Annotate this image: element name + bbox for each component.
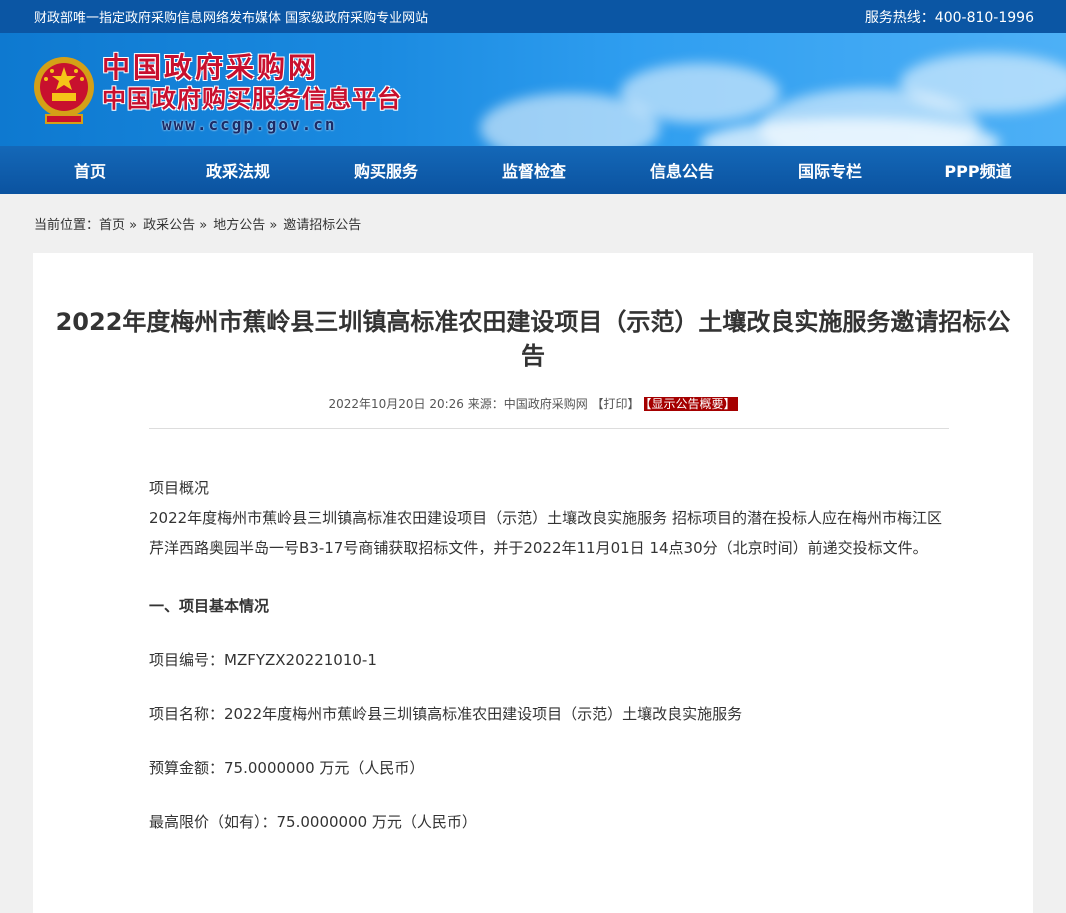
project-number: 项目编号：MZFYZX20221010-1 — [149, 651, 377, 669]
logo-title: 中国政府采购网 — [102, 51, 320, 84]
breadcrumb-current[interactable]: 邀请招标公告 — [283, 214, 361, 233]
breadcrumb-home[interactable]: 首页 » — [99, 214, 137, 233]
nav-ppp[interactable]: PPP频道 — [904, 158, 1052, 182]
main-nav: 首页 政采法规 购买服务 监督检查 信息公告 国际专栏 PPP频道 — [0, 146, 1066, 194]
nav-regulations[interactable]: 政采法规 — [164, 158, 312, 182]
article-meta-text: 2022年10月20日 20:26 来源：中国政府采购网 【打印】 — [328, 397, 640, 411]
article-panel: 2022年度梅州市蕉岭县三圳镇高标准农田建设项目（示范）土壤改良实施服务邀请招标… — [33, 253, 1033, 913]
breadcrumb-announcements[interactable]: 政采公告 » — [143, 214, 207, 233]
project-name: 项目名称：2022年度梅州市蕉岭县三圳镇高标准农田建设项目（示范）土壤改良实施服… — [149, 705, 743, 723]
article-title: 2022年度梅州市蕉岭县三圳镇高标准农田建设项目（示范）土壤改良实施服务邀请招标… — [55, 308, 1011, 370]
max-price: 最高限价（如有）：75.0000000 万元（人民币） — [149, 813, 477, 831]
article-body: 项目概况 2022年度梅州市蕉岭县三圳镇高标准农田建设项目（示范）土壤改良实施服… — [149, 473, 953, 837]
logo-url: www.ccgp.gov.cn — [162, 115, 337, 134]
divider — [149, 428, 949, 429]
article-meta: 2022年10月20日 20:26 来源：中国政府采购网 【打印】 【显示公告概要… — [33, 395, 1033, 412]
overview-label: 项目概况 — [149, 479, 210, 497]
site-logo[interactable]: 中国政府采购网 中国政府购买服务信息平台 www.ccgp.gov.cn — [102, 51, 402, 134]
nav-supervision[interactable]: 监督检查 — [460, 158, 608, 182]
show-summary-button[interactable]: 【显示公告概要】 — [643, 397, 738, 411]
nav-announcements[interactable]: 信息公告 — [608, 158, 756, 182]
nav-international[interactable]: 国际专栏 — [756, 158, 904, 182]
national-emblem-icon — [34, 57, 94, 124]
breadcrumb-local[interactable]: 地方公告 » — [213, 214, 277, 233]
nav-purchase-services[interactable]: 购买服务 — [312, 158, 460, 182]
site-banner: 中国政府采购网 中国政府购买服务信息平台 www.ccgp.gov.cn — [0, 33, 1066, 146]
breadcrumb: 当前位置： 首页 » 政采公告 » 地方公告 » 邀请招标公告 — [0, 194, 1066, 252]
section-heading: 一、项目基本情况 — [149, 597, 270, 615]
top-bar: 财政部唯一指定政府采购信息网络发布媒体 国家级政府采购专业网站 服务热线：400… — [0, 0, 1066, 33]
budget-amount: 预算金额：75.0000000 万元（人民币） — [149, 759, 425, 777]
service-hotline: 服务热线：400-810-1996 — [864, 9, 1034, 26]
breadcrumb-prefix: 当前位置： — [34, 217, 100, 233]
nav-home[interactable]: 首页 — [16, 158, 164, 182]
top-slogan: 财政部唯一指定政府采购信息网络发布媒体 国家级政府采购专业网站 — [34, 11, 429, 26]
overview-text: 2022年度梅州市蕉岭县三圳镇高标准农田建设项目（示范）土壤改良实施服务 招标项… — [149, 509, 942, 557]
logo-subtitle: 中国政府购买服务信息平台 — [102, 85, 402, 113]
